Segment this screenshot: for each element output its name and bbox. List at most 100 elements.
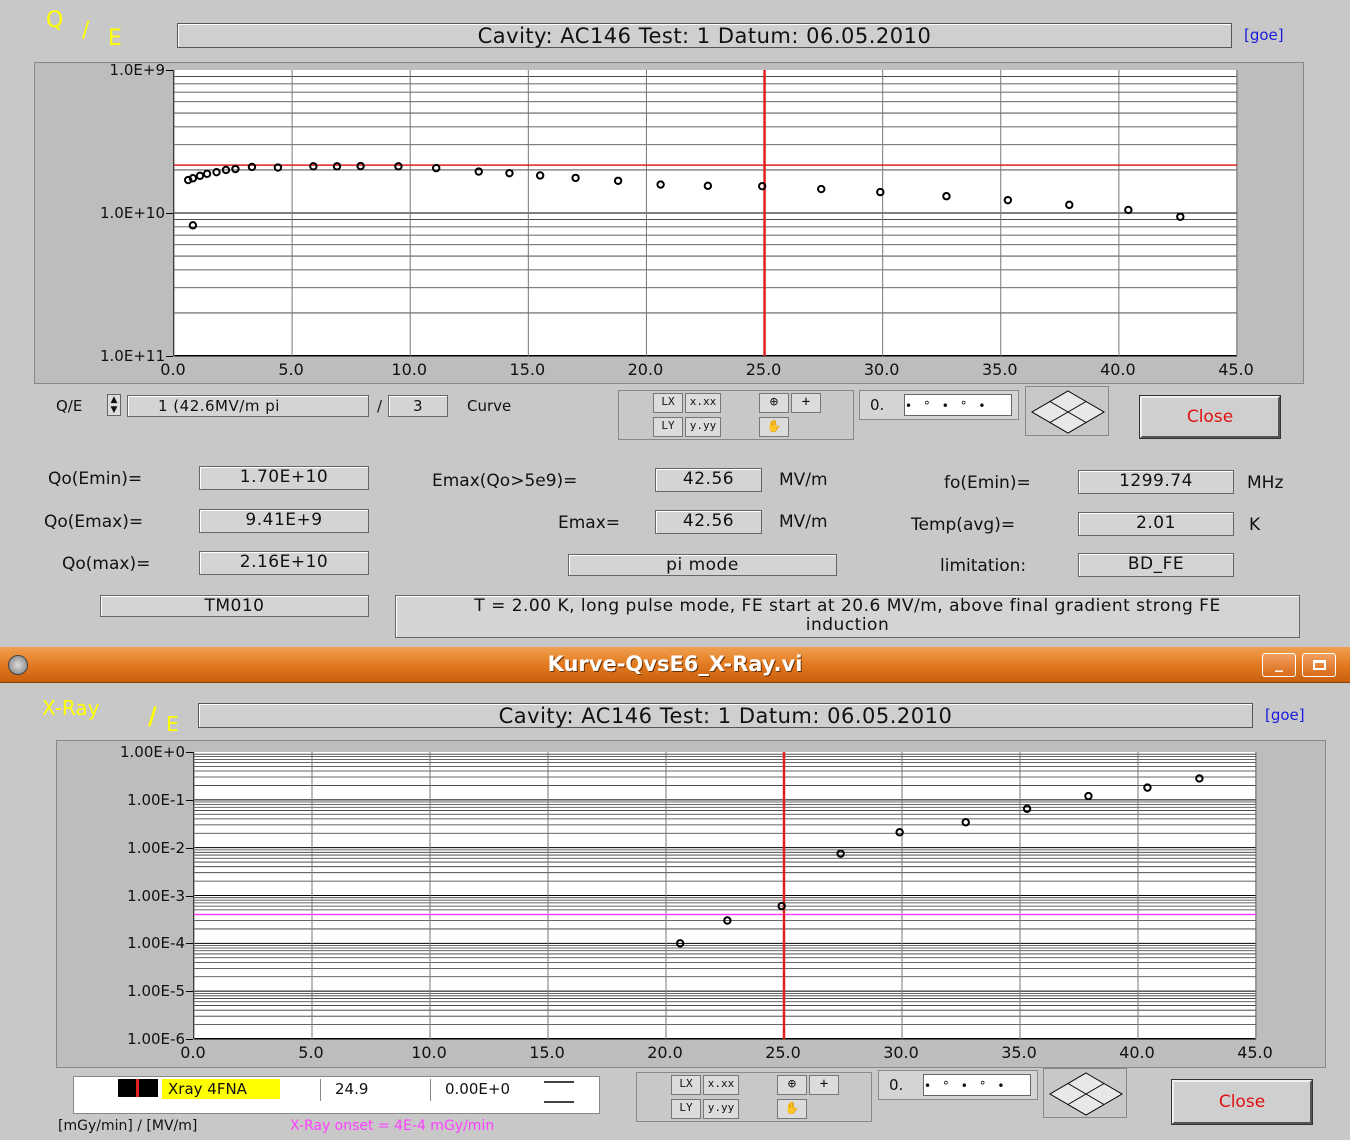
y-tick-mark (186, 752, 193, 753)
data-point (942, 192, 951, 201)
minimize-icon: _ (1275, 653, 1283, 672)
curve-stepper[interactable]: ▲ ▼ (107, 394, 121, 416)
top-header: Cavity: AC146 Test: 1 Datum: 06.05.2010 (177, 23, 1232, 48)
emax-label: Emax= (558, 513, 621, 533)
legend-scroll-icon[interactable] (544, 1081, 574, 1103)
data-point (231, 164, 240, 174)
bottom-y-format-button[interactable]: y.yy (703, 1099, 739, 1119)
xray-logo: X-Ray / E (40, 692, 200, 736)
logo-slash: / (82, 18, 90, 43)
x-tick-label: 40.0 (1119, 1043, 1155, 1062)
emax-qo-value: 42.56 (655, 468, 762, 492)
curve-label: Q/E (56, 397, 83, 415)
bottom-x-scale-button[interactable]: LX (671, 1075, 701, 1095)
logo-e: E (166, 712, 179, 736)
x-tick-label: 10.0 (391, 360, 428, 379)
x-tick-label: 40.0 (1100, 360, 1136, 379)
data-point (1022, 804, 1032, 813)
bottom-cursor-display[interactable]: 0. • ° • ° • (878, 1070, 1038, 1100)
qo-emin-label: Qo(Emin)= (48, 469, 143, 489)
y-tick-label: 1.0E+10 (100, 204, 165, 222)
y-tick-label: 1.00E-5 (127, 982, 185, 1001)
x-tick-label: 0.0 (160, 360, 186, 379)
x-tick-label: 20.0 (627, 360, 664, 379)
data-point (1124, 205, 1133, 215)
x-tick-label: 5.0 (278, 360, 304, 379)
tm-mode-value: TM010 (100, 595, 369, 617)
y-tick-mark (186, 943, 193, 945)
bottom-plot-area[interactable] (193, 752, 1257, 1040)
top-cursor-button[interactable]: + (791, 393, 821, 413)
data-point (212, 167, 221, 177)
bottom-cursor-prefix: 0. (889, 1076, 904, 1094)
curve-count-field: 3 (388, 395, 448, 417)
logo-q: Q (46, 8, 64, 33)
emax-value: 42.56 (655, 510, 762, 534)
qo-emax-label: Qo(Emax)= (44, 512, 144, 532)
data-point (247, 162, 257, 172)
top-goe-label: [goe] (1244, 26, 1284, 44)
data-point (613, 176, 623, 185)
y-tick-label: 1.00E-2 (127, 838, 185, 857)
comment-box: T = 2.00 K, long pulse mode, FE start at… (395, 595, 1300, 638)
bottom-x-format-button[interactable]: x.xx (703, 1075, 739, 1095)
data-point (273, 163, 283, 172)
x-tick-label: 5.0 (298, 1043, 324, 1062)
top-close-button[interactable]: Close (1139, 395, 1281, 439)
bottom-goe-label: [goe] (1265, 706, 1305, 724)
top-plot-area[interactable] (173, 70, 1238, 357)
onset-label: X-Ray onset = 4E-4 mGy/min (290, 1118, 495, 1134)
minimize-button[interactable]: _ (1262, 653, 1296, 677)
data-point (432, 163, 441, 173)
x-tick-label: 0.0 (180, 1043, 206, 1062)
data-point (895, 828, 904, 837)
x-tick-label: 45.0 (1218, 360, 1254, 379)
top-y-scale-button[interactable]: LY (653, 417, 683, 437)
x-tick-label: 20.0 (647, 1043, 683, 1062)
bottom-cursor-move-icon[interactable] (1043, 1068, 1127, 1118)
top-x-scale-button[interactable]: LX (653, 393, 683, 413)
bottom-pan-button[interactable]: ✋ (777, 1099, 807, 1119)
y-tick-label: 1.00E+0 (120, 743, 185, 761)
bottom-cursor-button[interactable]: + (809, 1075, 839, 1095)
legend-swatch (118, 1079, 158, 1097)
logo-e: E (108, 26, 122, 51)
data-point (474, 167, 483, 176)
curve-select-field[interactable]: 1 (42.6MV/m pi (127, 395, 369, 417)
qo-max-value: 2.16E+10 (199, 551, 369, 575)
top-x-format-button[interactable]: x.xx (685, 393, 721, 413)
window-titlebar[interactable]: Kurve-QvsE6_X-Ray.vi _ (0, 647, 1350, 683)
data-point (817, 184, 826, 194)
bottom-header: Cavity: AC146 Test: 1 Datum: 06.05.2010 (198, 703, 1253, 728)
data-point (394, 162, 403, 171)
data-point (1065, 200, 1074, 210)
top-pan-button[interactable]: ✋ (759, 417, 789, 437)
x-tick-label: 35.0 (981, 360, 1018, 379)
mode-value: pi mode (568, 554, 837, 576)
plot-legend[interactable]: Xray 4FNA 24.9 0.00E+0 (73, 1076, 600, 1114)
bottom-zoom-button[interactable]: ⊕ (777, 1075, 807, 1095)
bottom-y-scale-button[interactable]: LY (671, 1099, 701, 1119)
limitation-label: limitation: (940, 556, 1027, 576)
x-tick-label: 25.0 (745, 360, 782, 379)
y-tick-mark (166, 70, 173, 71)
top-cursor-move-icon[interactable] (1025, 386, 1109, 436)
data-point (195, 171, 205, 181)
data-point (202, 169, 212, 178)
x-tick-label: 30.0 (863, 360, 900, 379)
y-tick-mark (186, 799, 193, 801)
y-tick-mark (166, 213, 173, 214)
top-y-format-button[interactable]: y.yy (685, 417, 721, 437)
y-tick-mark (186, 1039, 193, 1040)
y-tick-mark (186, 847, 193, 849)
top-zoom-button[interactable]: ⊕ (759, 393, 789, 413)
legend-series-name: Xray 4FNA (162, 1079, 280, 1099)
y-tick-label: 1.00E-1 (127, 790, 185, 809)
maximize-button[interactable] (1302, 653, 1336, 677)
temp-avg-unit: K (1249, 515, 1261, 535)
data-point (1003, 195, 1013, 205)
fo-emin-label: fo(Emin)= (944, 473, 1031, 493)
bottom-close-button[interactable]: Close (1171, 1079, 1313, 1125)
data-point (571, 173, 580, 183)
top-cursor-display[interactable]: 0. • ° • ° • (859, 390, 1019, 420)
